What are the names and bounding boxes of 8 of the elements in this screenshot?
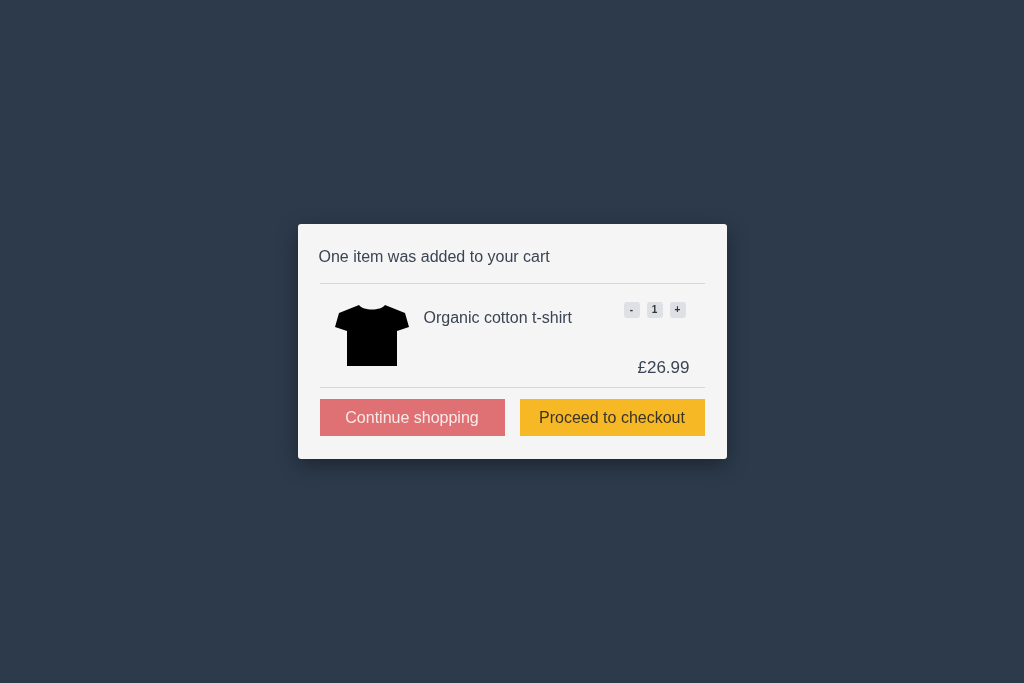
quantity-value: 1 — [646, 302, 663, 318]
checkout-button[interactable]: Proceed to checkout — [519, 399, 705, 436]
t-shirt-icon — [334, 305, 409, 366]
product-name: Organic cotton t-shirt — [423, 308, 572, 328]
increase-button[interactable]: + — [669, 302, 686, 318]
decrease-button[interactable]: - — [623, 302, 640, 318]
dialog-title: One item was added to your cart — [318, 247, 551, 267]
product-price: £26.99 — [637, 356, 690, 379]
